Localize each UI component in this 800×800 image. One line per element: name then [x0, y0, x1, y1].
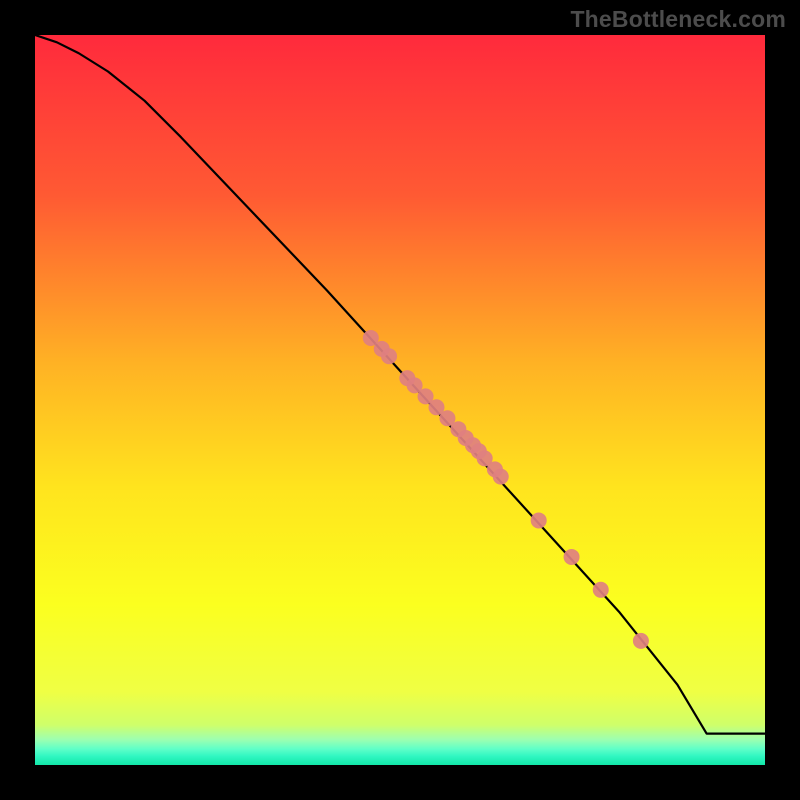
- highlight-point: [633, 633, 649, 649]
- chart-stage: TheBottleneck.com: [0, 0, 800, 800]
- watermark-text: TheBottleneck.com: [570, 6, 786, 33]
- highlight-point: [381, 348, 397, 364]
- plot-area: [35, 35, 765, 765]
- highlight-point: [593, 582, 609, 598]
- gradient-background: [35, 35, 765, 765]
- highlight-point: [564, 549, 580, 565]
- chart-svg: [35, 35, 765, 765]
- highlight-point: [531, 512, 547, 528]
- highlight-point: [493, 469, 509, 485]
